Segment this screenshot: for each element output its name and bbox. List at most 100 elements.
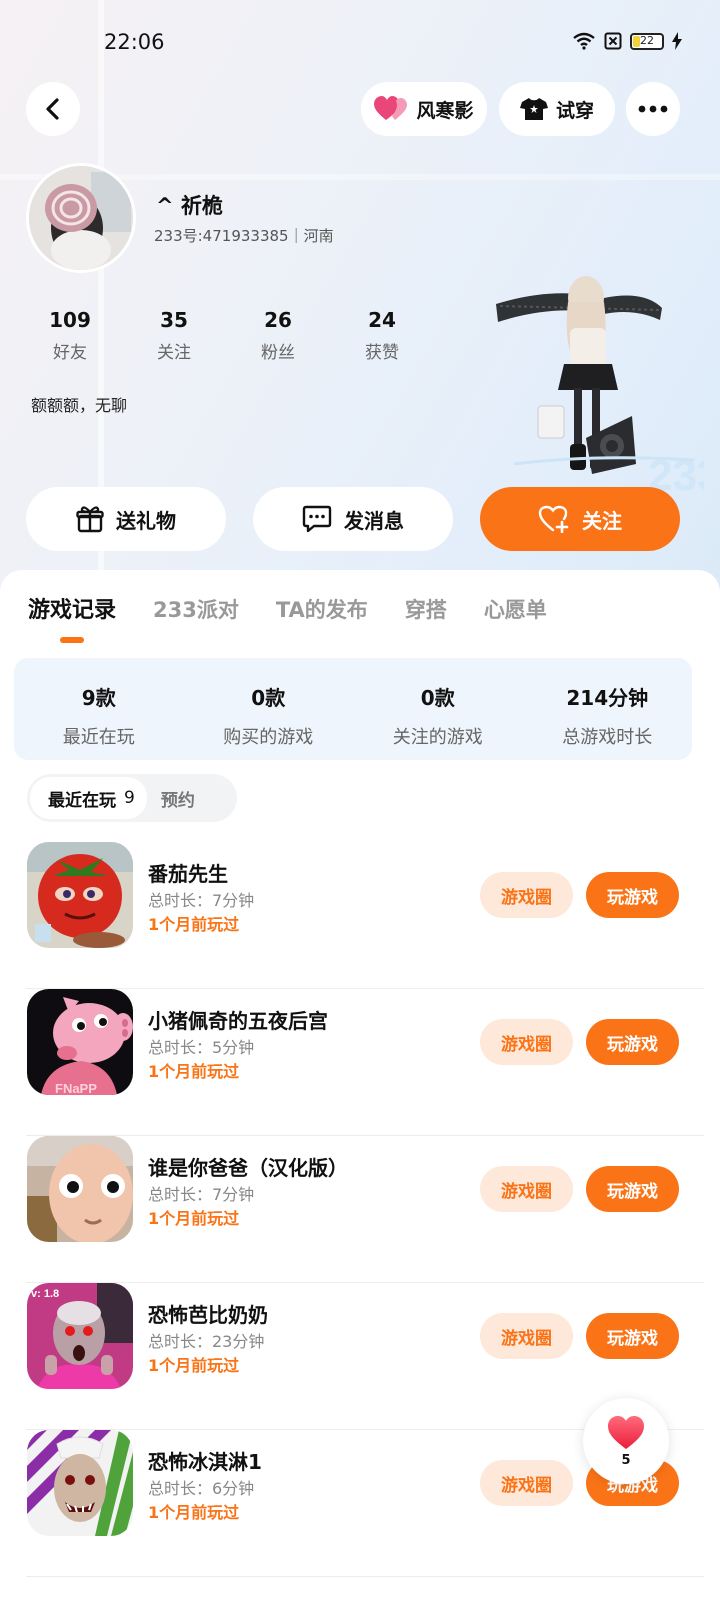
summary-followed[interactable]: 0款 关注的游戏: [353, 658, 523, 760]
bio-text: 额额额，无聊: [31, 396, 128, 415]
play-game-button[interactable]: 玩游戏: [586, 1313, 679, 1359]
game-name: 小猪佩奇的五夜后宫: [148, 1009, 328, 1033]
stat-label: 关注: [157, 343, 191, 363]
avatar[interactable]: [26, 163, 136, 273]
back-arrow-icon: [46, 98, 59, 120]
tab-outfits[interactable]: 穿搭: [405, 594, 447, 624]
send-message-label: 发消息: [344, 508, 404, 533]
game-circle-button[interactable]: 游戏圈: [480, 872, 573, 918]
summary-label: 关注的游戏: [392, 727, 483, 748]
sub-tab-reserve[interactable]: 预约: [147, 786, 209, 811]
game-last-played: 1个月前玩过: [148, 915, 240, 934]
stat-label: 好友: [53, 343, 87, 363]
summary-purchased[interactable]: 0款 购买的游戏: [184, 658, 354, 760]
sub-tab-recent-count: 9: [124, 788, 135, 808]
game-icon-whos-your-daddy[interactable]: [27, 1136, 133, 1242]
sub-tabs: 最近在玩 9 预约: [27, 774, 237, 822]
game-icon-peppa-fnaf[interactable]: FNaPP: [27, 989, 133, 1095]
character-avatar-image[interactable]: 233: [494, 268, 704, 498]
stat-label: 获赞: [365, 343, 399, 363]
game-circle-button[interactable]: 游戏圈: [480, 1460, 573, 1506]
user-id-location: 233号:471933385｜河南: [154, 227, 334, 245]
send-message-button[interactable]: 发消息: [253, 487, 453, 551]
summary-value: 214分钟: [566, 686, 649, 710]
heart-plus-icon: [538, 505, 569, 533]
game-row[interactable]: 番茄先生 总时长：7分钟 1个月前玩过 游戏圈 玩游戏: [0, 842, 720, 989]
summary-value: 0款: [251, 686, 286, 710]
chat-bubble-icon: [302, 505, 332, 533]
game-last-played: 1个月前玩过: [148, 1209, 240, 1228]
back-button[interactable]: [26, 82, 80, 136]
game-circle-button[interactable]: 游戏圈: [480, 1313, 573, 1359]
floating-like-button[interactable]: 5: [583, 1398, 669, 1484]
game-icon-mr-tomato[interactable]: [27, 842, 133, 948]
wifi-icon: [573, 32, 595, 50]
summary-total-time[interactable]: 214分钟 总游戏时长: [523, 658, 693, 760]
play-game-button[interactable]: 玩游戏: [586, 872, 679, 918]
game-circle-button[interactable]: 游戏圈: [480, 1166, 573, 1212]
heart-badge-button[interactable]: 风寒影: [361, 82, 487, 136]
stat-number: 109: [49, 308, 91, 332]
username: ^ 祈桅: [156, 194, 223, 218]
game-name: 谁是你爸爸（汉化版）: [148, 1156, 348, 1180]
battery-level: 22: [640, 33, 654, 47]
heart-icon: [608, 1415, 644, 1449]
summary-label: 总游戏时长: [562, 727, 653, 748]
more-dots-icon: [638, 105, 668, 113]
tab-posts[interactable]: TA的发布: [276, 594, 368, 624]
profile-tabs: 游戏记录 233派对 TA的发布 穿搭 心愿单: [28, 592, 547, 624]
sub-tab-recent[interactable]: 最近在玩 9: [30, 777, 147, 819]
stat-friends[interactable]: 109 好友: [25, 308, 115, 363]
summary-label: 购买的游戏: [223, 727, 314, 748]
tab-233-party[interactable]: 233派对: [153, 594, 239, 624]
heart-badge-label: 风寒影: [416, 99, 474, 122]
tab-game-records[interactable]: 游戏记录: [28, 592, 116, 624]
double-heart-icon: [374, 96, 408, 120]
stat-number: 24: [368, 308, 396, 332]
game-duration: 总时长：5分钟: [148, 1038, 255, 1057]
status-time: 22:06: [104, 30, 165, 54]
game-duration: 总时长：23分钟: [148, 1332, 265, 1351]
try-on-button[interactable]: 试穿: [499, 82, 615, 136]
game-last-played: 1个月前玩过: [148, 1062, 240, 1081]
stat-number: 35: [160, 308, 188, 332]
game-last-played: 1个月前玩过: [148, 1356, 240, 1375]
follow-label: 关注: [582, 508, 622, 533]
avatar-image: [29, 166, 133, 270]
stat-likes[interactable]: 24 获赞: [337, 308, 427, 363]
summary-recent[interactable]: 9款 最近在玩: [14, 658, 184, 760]
stat-fans[interactable]: 26 粉丝: [233, 308, 323, 363]
shirt-icon: [519, 98, 548, 120]
game-icon-text: v: 1.8: [31, 1288, 59, 1300]
tab-wishlist[interactable]: 心愿单: [484, 594, 547, 624]
game-name: 恐怖芭比奶奶: [148, 1303, 268, 1327]
game-last-played: 1个月前玩过: [148, 1503, 240, 1522]
game-row[interactable]: FNaPP 小猪佩奇的五夜后宫 总时长：5分钟 1个月前玩过 游戏圈 玩游戏: [0, 989, 720, 1136]
game-icon-text: FNaPP: [55, 1081, 97, 1095]
send-gift-button[interactable]: 送礼物: [26, 487, 226, 551]
game-duration: 总时长：7分钟: [148, 891, 255, 910]
follow-button[interactable]: 关注: [480, 487, 680, 551]
game-icon-ice-scream[interactable]: [27, 1430, 133, 1536]
game-duration: 总时长：7分钟: [148, 1185, 255, 1204]
try-on-label: 试穿: [555, 99, 594, 122]
play-game-button[interactable]: 玩游戏: [586, 1166, 679, 1212]
summary-value: 9款: [81, 686, 116, 710]
stat-following[interactable]: 35 关注: [129, 308, 219, 363]
game-icon-horror-barbie-granny[interactable]: v: 1.8: [27, 1283, 133, 1389]
play-game-button[interactable]: 玩游戏: [586, 1019, 679, 1065]
game-circle-button[interactable]: 游戏圈: [480, 1019, 573, 1065]
row-divider: [26, 1576, 704, 1577]
charging-icon: [672, 32, 682, 50]
summary-label: 最近在玩: [62, 727, 135, 748]
battery-icon: 22: [630, 32, 664, 50]
game-summary: 9款 最近在玩 0款 购买的游戏 0款 关注的游戏 214分钟 总游戏时长: [14, 658, 692, 760]
send-gift-label: 送礼物: [116, 508, 176, 533]
game-name: 番茄先生: [148, 862, 228, 886]
game-row[interactable]: 谁是你爸爸（汉化版） 总时长：7分钟 1个月前玩过 游戏圈 玩游戏: [0, 1136, 720, 1283]
summary-value: 0款: [420, 686, 455, 710]
game-duration: 总时长：6分钟: [148, 1479, 255, 1498]
more-button[interactable]: [626, 82, 680, 136]
active-tab-indicator: [60, 637, 84, 643]
gift-icon: [76, 506, 104, 533]
